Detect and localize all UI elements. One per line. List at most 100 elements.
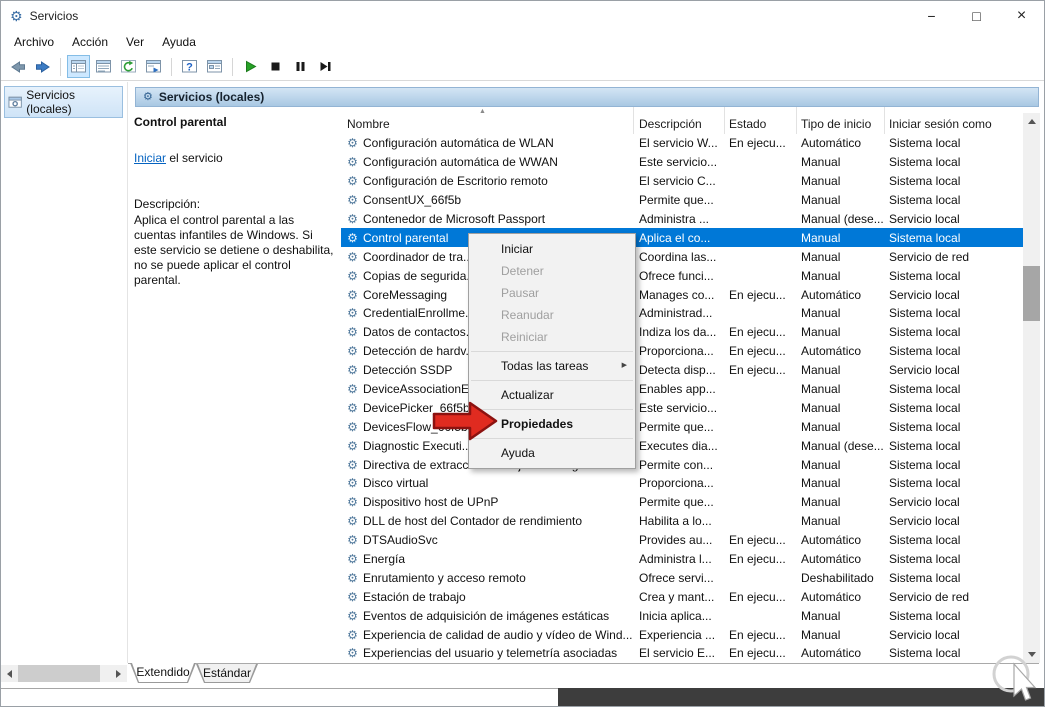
cell-iniciar-sesion-como: Servicio local: [889, 514, 960, 529]
table-row[interactable]: ⚙ DeviceAssociationE... Enables app... Manu…: [341, 379, 1023, 399]
table-row[interactable]: ⚙ Contenedor de Microsoft Passport Adminis…: [341, 209, 1023, 229]
table-row[interactable]: ⚙ Configuración de Escritorio remoto El se…: [341, 171, 1023, 191]
tab-estandar[interactable]: Estándar: [196, 664, 258, 683]
service-gear-icon: ⚙: [347, 268, 358, 283]
maximize-button[interactable]: □: [954, 1, 999, 31]
table-row[interactable]: ⚙ Configuración automática de WWAN Este se…: [341, 152, 1023, 172]
restart-service-button[interactable]: [314, 55, 337, 78]
cell-descripcion: Enables app...: [639, 382, 716, 397]
table-row[interactable]: ⚙ Enrutamiento y acceso remoto Ofrece serv…: [341, 568, 1023, 588]
scroll-left-button[interactable]: [1, 665, 18, 682]
cell-tipo-de-inicio: Manual: [801, 608, 841, 623]
scroll-up-icon: [1027, 119, 1036, 124]
pause-service-button[interactable]: [289, 55, 312, 78]
scroll-right-button[interactable]: [110, 665, 127, 682]
toolbar-separator: [171, 57, 172, 76]
table-row[interactable]: ⚙ CoreMessaging Manages co... En ejecu... Au…: [341, 285, 1023, 305]
menu-item-label: Reanudar: [501, 308, 554, 322]
menu-item-iniciar[interactable]: Iniciar: [469, 238, 635, 260]
cell-nombre: ⚙ Disco virtual: [341, 476, 634, 490]
tree-item-label: Servicios (locales): [26, 88, 75, 116]
table-row[interactable]: ⚙ Experiencia de calidad de audio y vídeo…: [341, 625, 1023, 645]
table-row[interactable]: ⚙ Dispositivo host de UPnP Permite que... M…: [341, 492, 1023, 512]
menu-item-ayuda[interactable]: Ayuda: [469, 442, 635, 464]
cell-tipo-de-inicio: Manual: [801, 382, 841, 397]
table-row[interactable]: ⚙ CredentialEnrollme... Administrad... Manu…: [341, 304, 1023, 323]
menu-item-todas-las-tareas[interactable]: Todas las tareas ▶: [469, 355, 635, 377]
menu-item-reanudar[interactable]: Reanudar: [469, 304, 635, 326]
table-row[interactable]: ⚙Directiva de extracción de tarjetas int…: [341, 455, 1023, 475]
cell-iniciar-sesion-como: Sistema local: [889, 438, 961, 453]
column-header-estado[interactable]: Estado: [725, 107, 797, 135]
toolbar: ?: [1, 53, 1044, 81]
table-row[interactable]: ⚙ Eventos de adquisición de imágenes está…: [341, 606, 1023, 626]
menu-item-label: Pausar: [501, 286, 540, 300]
back-button[interactable]: [6, 55, 29, 78]
table-row[interactable]: ⚙ Control parental Aplica el co... Manual Si…: [341, 228, 1023, 248]
table-row[interactable]: ⚙ Detección SSDP Detecta disp... En ejecu..…: [341, 360, 1023, 380]
forward-button[interactable]: [31, 55, 54, 78]
scroll-up-button[interactable]: [1023, 113, 1040, 130]
table-row[interactable]: ⚙ Energía Administra l... En ejecu... Automá…: [341, 549, 1023, 569]
help-button[interactable]: ?: [178, 55, 201, 78]
service-gear-icon: ⚙: [347, 400, 358, 415]
cell-descripcion: Permite que...: [639, 419, 714, 434]
column-header-iniciar-sesion-como[interactable]: Iniciar sesión como: [885, 107, 1023, 135]
menu-ayuda[interactable]: Ayuda: [153, 31, 205, 53]
content-header-title: Servicios (locales): [158, 90, 265, 104]
vertical-scrollbar-thumb[interactable]: [1023, 266, 1040, 321]
table-row[interactable]: ⚙ Detección de hardv... Proporciona... En e…: [341, 341, 1023, 361]
menu-item-pausar[interactable]: Pausar: [469, 282, 635, 304]
table-row[interactable]: ⚙ Copias de segurida... Ofrece funci... Man…: [341, 266, 1023, 286]
menu-separator: [471, 380, 633, 381]
tree-horizontal-scrollbar[interactable]: [1, 665, 127, 682]
minimize-button[interactable]: −: [909, 1, 954, 31]
cell-descripcion: Administra l...: [639, 552, 712, 567]
cell-iniciar-sesion-como: Sistema local: [889, 306, 961, 321]
table-row[interactable]: ⚙ Datos de contactos... Indiza los da... En…: [341, 322, 1023, 342]
menu-item-reiniciar[interactable]: Reiniciar: [469, 326, 635, 348]
menu-archivo[interactable]: Archivo: [5, 31, 63, 53]
column-header-nombre[interactable]: Nombre: [341, 107, 634, 135]
table-row[interactable]: ⚙ Configuración automática de WLAN El serv…: [341, 134, 1023, 153]
cell-estado: En ejecu...: [729, 646, 786, 661]
properties-button[interactable]: [203, 55, 226, 78]
cell-descripcion: Inicia aplica...: [639, 608, 712, 623]
cell-estado: En ejecu...: [729, 589, 786, 604]
action-pane-button[interactable]: [92, 55, 115, 78]
column-header-descripcion[interactable]: Descripción: [634, 107, 725, 135]
table-row[interactable]: ⚙ ConsentUX_66f5b Permite que... Manual Sist…: [341, 190, 1023, 210]
cell-descripcion: Administrad...: [639, 306, 713, 321]
tree-item-servicios-locales[interactable]: Servicios (locales): [4, 86, 123, 118]
cell-nombre: ⚙ Configuración automática de WWAN: [341, 155, 634, 169]
service-gear-icon: ⚙: [347, 646, 358, 661]
table-row[interactable]: ⚙ Coordinador de tra... Coordina las... Man…: [341, 247, 1023, 267]
column-header-tipo-de-inicio[interactable]: Tipo de inicio: [797, 107, 885, 135]
menu-ver[interactable]: Ver: [117, 31, 153, 53]
stop-service-button[interactable]: [264, 55, 287, 78]
table-row[interactable]: ⚙ Experiencias del usuario y telemetría a…: [341, 644, 1023, 663]
title-bar[interactable]: ⚙ Servicios − □ ×: [1, 1, 1044, 31]
menu-item-label: Ayuda: [501, 446, 535, 460]
refresh-button[interactable]: [117, 55, 140, 78]
cell-tipo-de-inicio: Manual: [801, 325, 841, 340]
tab-extendido[interactable]: Extendido: [130, 663, 196, 683]
start-service-link[interactable]: Iniciar: [134, 151, 166, 165]
cell-descripcion: Permite que...: [639, 193, 714, 208]
close-button[interactable]: ×: [999, 1, 1044, 31]
cell-tipo-de-inicio: Manual: [801, 419, 841, 434]
table-row[interactable]: ⚙ Disco virtual Proporciona... Manual Sistem…: [341, 474, 1023, 493]
table-row[interactable]: ⚙ Estación de trabajo Crea y mant... En eje…: [341, 587, 1023, 607]
export-list-button[interactable]: [142, 55, 165, 78]
vertical-scrollbar[interactable]: [1023, 113, 1040, 663]
table-row[interactable]: ⚙ DLL de host del Contador de rendimiento…: [341, 511, 1023, 531]
show-console-tree-button[interactable]: [67, 55, 90, 78]
menu-item-detener[interactable]: Detener: [469, 260, 635, 282]
start-service-button[interactable]: [239, 55, 262, 78]
forward-icon: [35, 60, 50, 73]
menu-accion[interactable]: Acción: [63, 31, 117, 53]
panel-splitter[interactable]: [127, 82, 128, 663]
table-row[interactable]: ⚙ DTSAudioSvc Provides au... En ejecu... Aut…: [341, 530, 1023, 550]
horizontal-scrollbar-thumb[interactable]: [18, 665, 100, 682]
cursor-watermark-icon: [992, 655, 1037, 701]
